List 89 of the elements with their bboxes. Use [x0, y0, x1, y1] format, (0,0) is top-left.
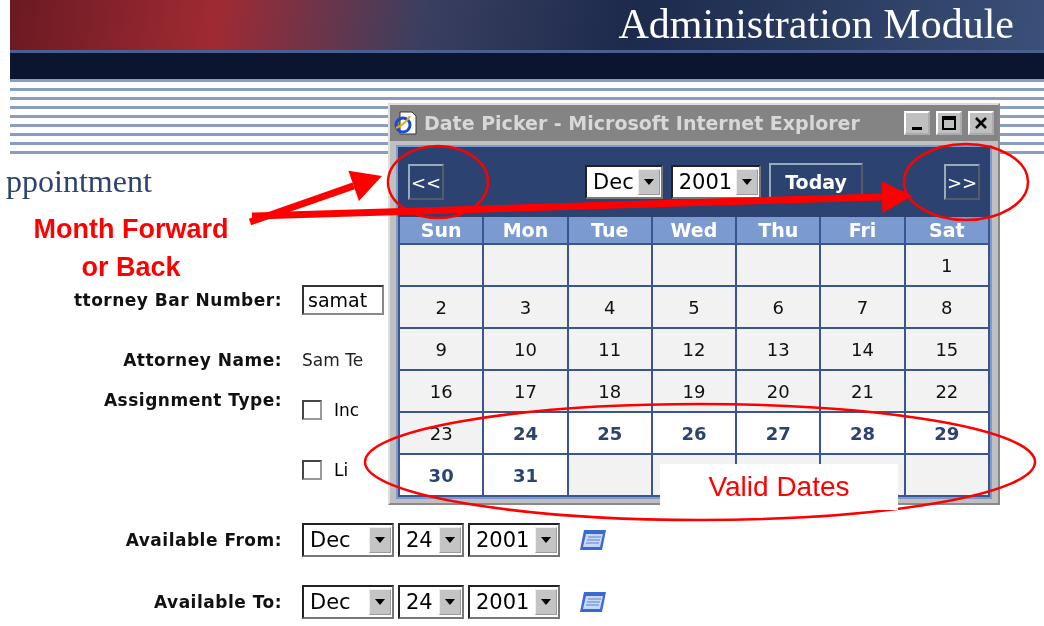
day-cell: 8: [905, 287, 988, 327]
dropdown-button[interactable]: [637, 169, 660, 195]
dropdown-select[interactable]: 24: [398, 585, 464, 619]
day-cell[interactable]: 25: [568, 413, 651, 453]
annotation-text: Valid Dates: [660, 464, 898, 510]
dropdown-button[interactable]: [439, 589, 461, 615]
day-cell[interactable]: 28: [821, 413, 904, 453]
day-cell: 21: [821, 371, 904, 411]
year-select[interactable]: 2001: [670, 165, 762, 199]
form-label: ttorney Bar Number:: [72, 290, 282, 310]
weekday-header: Fri: [821, 217, 904, 243]
dropdown-arrow-icon: [541, 599, 551, 605]
page-title: ppointment: [6, 163, 152, 200]
weekday-header: Sun: [400, 217, 483, 243]
day-cell[interactable]: 30: [400, 455, 483, 495]
dropdown-arrow-icon: [375, 537, 385, 543]
browser-icon: [394, 110, 418, 136]
previous-month-button[interactable]: <<: [408, 164, 444, 200]
day-cell: 4: [568, 287, 651, 327]
dropdown-select[interactable]: Dec: [302, 523, 394, 557]
dropdown-arrow-icon: [541, 537, 551, 543]
calendar-icon[interactable]: [578, 590, 608, 614]
day-cell[interactable]: 26: [652, 413, 736, 453]
month-select[interactable]: Dec: [585, 165, 663, 199]
day-cell[interactable]: 29: [905, 413, 988, 453]
day-cell: 11: [568, 329, 651, 369]
text-field[interactable]: samat: [302, 285, 384, 315]
maximize-button[interactable]: [936, 111, 962, 135]
form-label: Assignment Type:: [102, 390, 282, 410]
dropdown-button[interactable]: [535, 589, 557, 615]
day-cell: 13: [737, 329, 820, 369]
day-cell: 5: [652, 287, 736, 327]
weekday-header: Sat: [905, 217, 988, 243]
day-cell: 19: [652, 371, 736, 411]
dropdown-arrow-icon: [375, 599, 385, 605]
day-cell: 14: [821, 329, 904, 369]
dropdown-select[interactable]: Dec: [302, 585, 394, 619]
dropdown-select[interactable]: 2001: [468, 585, 560, 619]
dropdown-select[interactable]: 2001: [468, 523, 560, 557]
calendar-icon[interactable]: [578, 528, 608, 552]
day-cell: 2: [400, 287, 483, 327]
dropdown-arrow-icon: [742, 179, 753, 185]
day-cell: 22: [905, 371, 988, 411]
day-cell: 12: [652, 329, 736, 369]
field-value: Sam Te: [302, 350, 364, 370]
window-title: Date Picker - Microsoft Internet Explorer: [424, 112, 861, 134]
dropdown-button[interactable]: [369, 589, 391, 615]
checkbox[interactable]: [302, 400, 322, 420]
banner-title: Administration Module: [618, 0, 1014, 49]
checkbox-label: Inc: [334, 400, 360, 420]
day-cell[interactable]: 24: [484, 413, 567, 453]
dropdown-button[interactable]: [369, 527, 391, 553]
day-cell[interactable]: 31: [484, 455, 567, 495]
checkbox[interactable]: [302, 460, 322, 480]
annotation-text: Month Forward or Back: [32, 213, 230, 284]
day-cell: 17: [484, 371, 567, 411]
maximize-icon: [942, 116, 956, 130]
form-label: Available To:: [153, 592, 282, 612]
day-cell: 6: [737, 287, 820, 327]
next-month-button[interactable]: >>: [944, 164, 980, 200]
day-cell: 23: [400, 413, 483, 453]
day-cell: 9: [400, 329, 483, 369]
close-button[interactable]: [968, 111, 994, 135]
day-cell: 18: [568, 371, 651, 411]
weekday-header: Tue: [568, 217, 651, 243]
dropdown-button[interactable]: [439, 527, 461, 553]
dropdown-button[interactable]: [736, 169, 759, 195]
weekday-header: Wed: [652, 217, 736, 243]
close-icon: [974, 116, 988, 130]
weekday-header: Mon: [484, 217, 567, 243]
dropdown-button[interactable]: [535, 527, 557, 553]
form-label: Attorney Name:: [122, 350, 282, 370]
day-cell: 20: [737, 371, 820, 411]
dropdown-arrow-icon: [445, 537, 455, 543]
checkbox-label: Li: [334, 460, 349, 480]
dropdown-arrow-icon: [643, 179, 654, 185]
weekday-header: Thu: [737, 217, 820, 243]
day-cell: 1: [905, 245, 988, 285]
dropdown-select[interactable]: 24: [398, 523, 464, 557]
day-cell[interactable]: 27: [737, 413, 820, 453]
minimize-icon: [912, 126, 922, 130]
day-cell: 7: [821, 287, 904, 327]
day-cell: 3: [484, 287, 567, 327]
minimize-button[interactable]: [904, 111, 930, 135]
day-cell: 16: [400, 371, 483, 411]
day-cell: 10: [484, 329, 567, 369]
form-label: Available From:: [124, 530, 282, 550]
day-cell: 15: [905, 329, 988, 369]
dropdown-arrow-icon: [445, 599, 455, 605]
